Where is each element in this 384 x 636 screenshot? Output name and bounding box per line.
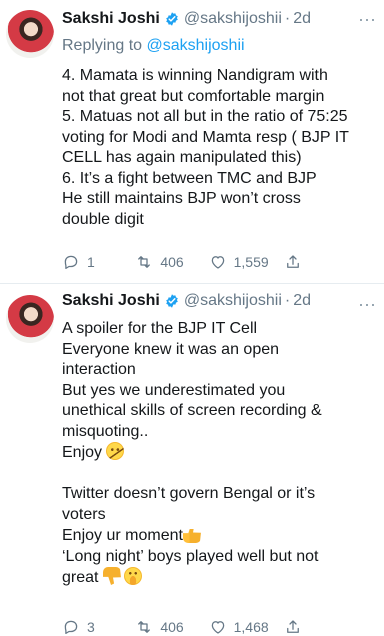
tweet-age[interactable]: 2d: [293, 290, 311, 312]
replying-to: Replying to @sakshijoshii: [62, 36, 245, 56]
reply-count: 3: [87, 619, 95, 635]
reply-icon: [64, 255, 78, 270]
tweet-actions: 1 406 1,559: [62, 251, 342, 273]
like-icon: [211, 621, 224, 634]
verified-icon: [166, 12, 178, 26]
share-button[interactable]: [284, 618, 342, 636]
author-handle[interactable]: @sakshijoshii: [184, 290, 282, 312]
tweet-text: 4. Mamata is winning Nandigram with not …: [62, 67, 349, 228]
retweet-icon: [138, 256, 151, 268]
reply-count: 1: [87, 254, 95, 270]
tweet-header: Sakshi Joshi @sakshijoshii · 2d: [62, 290, 376, 312]
reply-button[interactable]: 1: [62, 253, 120, 271]
retweet-count: 406: [160, 619, 184, 635]
more-icon[interactable]: ···: [358, 10, 376, 28]
tweet-card-1[interactable]: Sakshi Joshi @sakshijoshii · 2d ··· Repl…: [0, 0, 384, 283]
author-name[interactable]: Sakshi Joshi: [62, 8, 160, 30]
like-button[interactable]: 1,468: [209, 618, 269, 636]
author-name[interactable]: Sakshi Joshi: [62, 290, 160, 312]
smirk-emoji-icon: [106, 442, 125, 460]
reply-icon: [64, 620, 78, 635]
thumbs-up-emoji-icon: [182, 525, 201, 543]
replying-to-link[interactable]: @sakshijoshii: [147, 37, 245, 54]
retweet-count: 406: [160, 254, 184, 270]
tweet-actions: 3 406 1,468: [62, 616, 342, 636]
share-button[interactable]: [284, 253, 342, 271]
tweet-card-2[interactable]: Sakshi Joshi @sakshijoshii · 2d ··· A sp…: [0, 283, 384, 636]
tweet-header: Sakshi Joshi @sakshijoshii · 2d: [62, 8, 376, 30]
tweet-text-part-3: ‘Long night’ boys played well but not gr…: [62, 547, 319, 586]
avatar[interactable]: [6, 10, 54, 58]
meta-separator: ·: [284, 10, 291, 27]
avatar[interactable]: [6, 295, 54, 343]
hand-over-mouth-emoji-icon: [123, 567, 142, 585]
more-icon[interactable]: ···: [358, 295, 376, 313]
retweet-icon: [138, 621, 151, 633]
like-icon: [211, 256, 224, 269]
reply-button[interactable]: 3: [62, 618, 120, 636]
verified-icon: [166, 294, 178, 308]
share-icon: [287, 620, 299, 633]
replying-prefix: Replying to: [62, 37, 147, 54]
tweet-age[interactable]: 2d: [293, 8, 311, 30]
retweet-button[interactable]: 406: [135, 253, 193, 271]
thumbs-down-emoji-icon: [102, 567, 121, 585]
author-handle[interactable]: @sakshijoshii: [184, 8, 282, 30]
tweet-text-part-1: A spoiler for the BJP IT Cell Everyone k…: [62, 320, 322, 461]
share-icon: [287, 255, 299, 268]
retweet-button[interactable]: 406: [135, 618, 193, 636]
like-button[interactable]: 1,559: [209, 253, 269, 271]
meta-separator: ·: [284, 292, 291, 309]
tweet-text: A spoiler for the BJP IT Cell Everyone k…: [62, 319, 376, 589]
like-count: 1,468: [233, 619, 269, 635]
like-count: 1,559: [233, 254, 269, 270]
